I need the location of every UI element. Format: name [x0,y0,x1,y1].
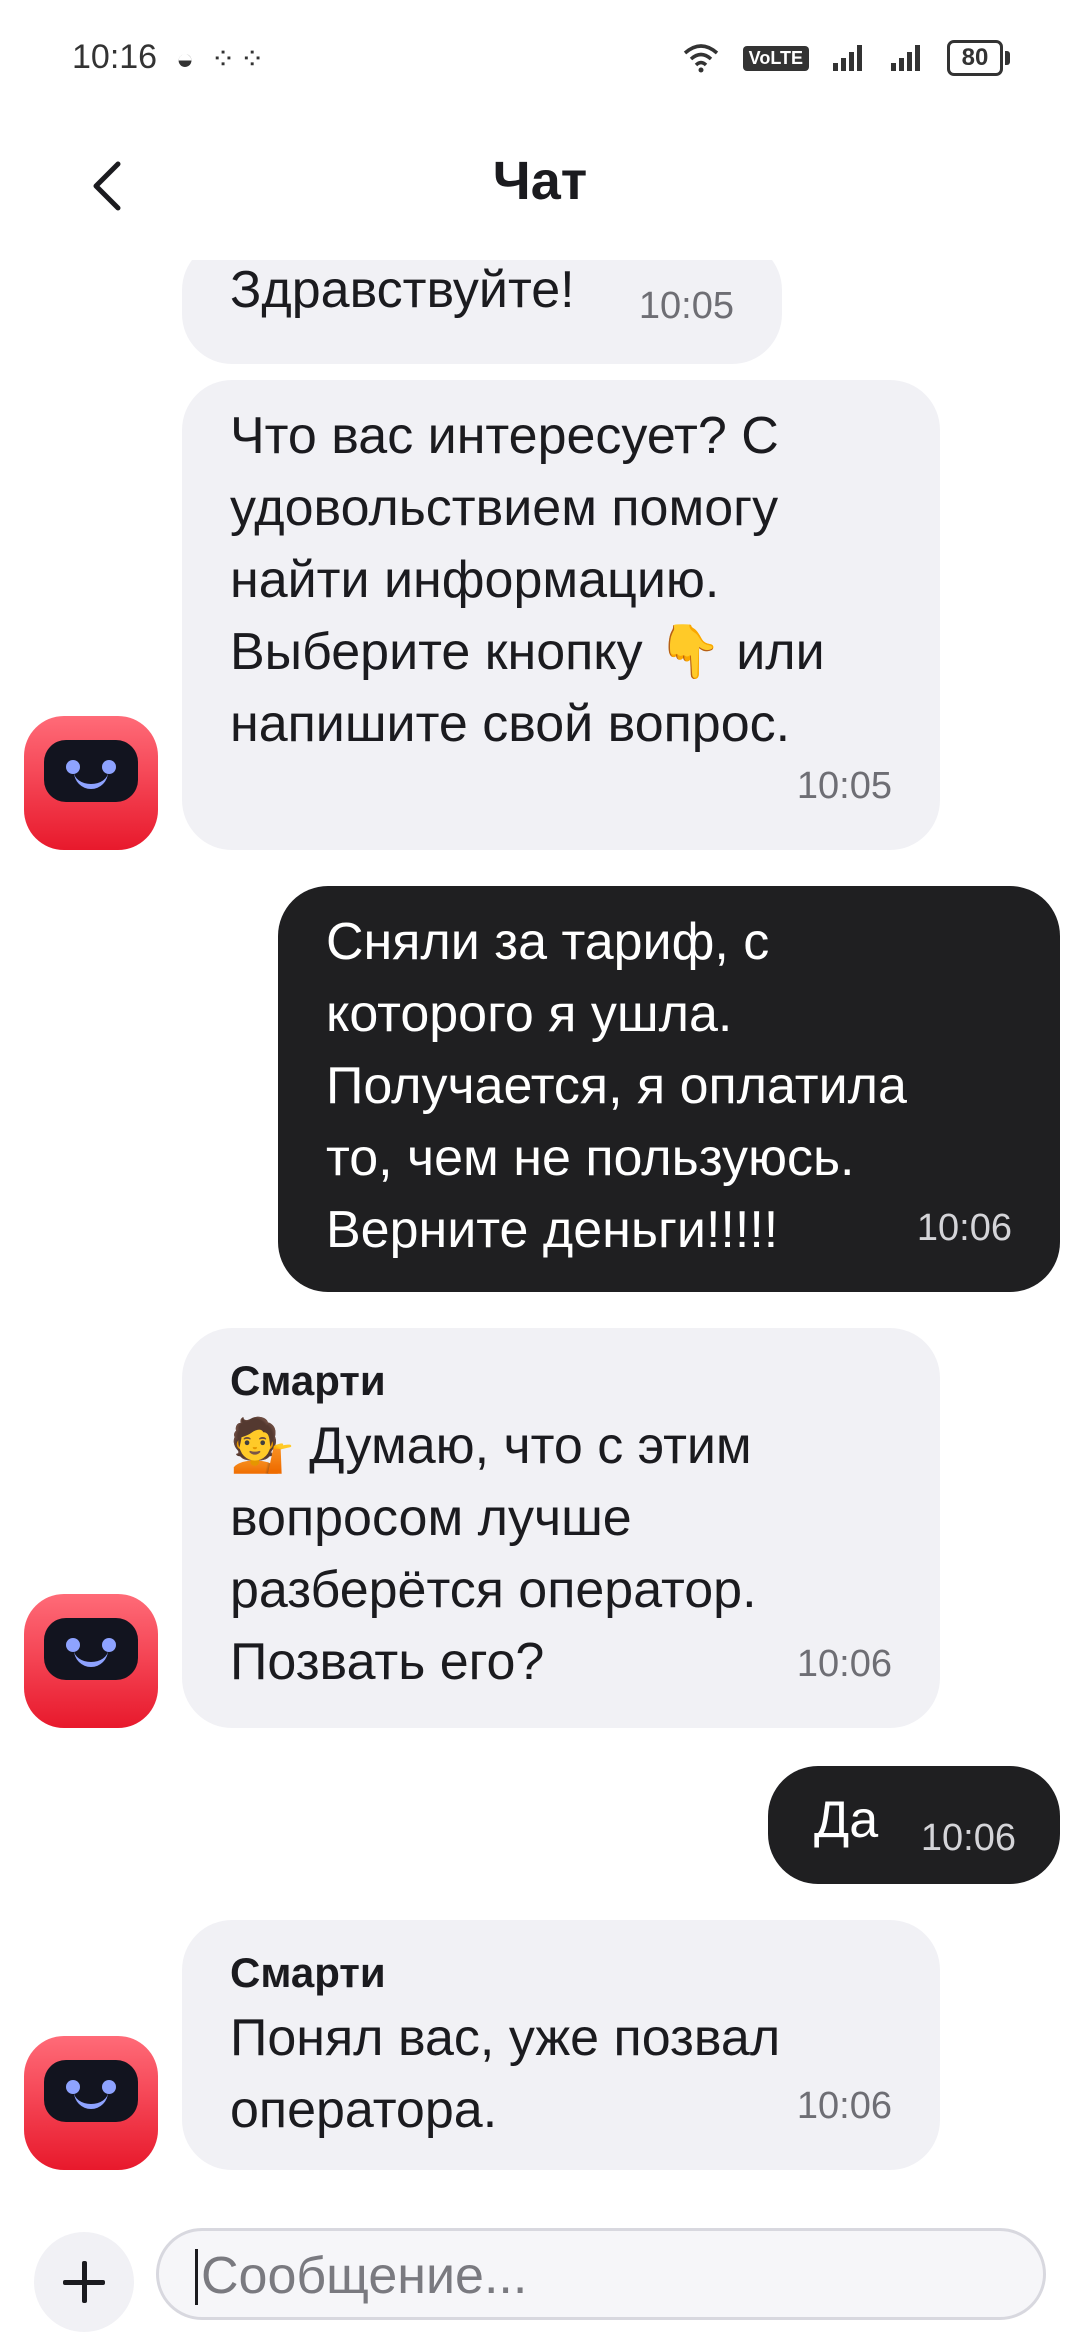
status-right-icons: VoLTE 80 [681,40,1010,76]
message-time: 10:05 [638,285,734,327]
sender-name: Смарти [230,1949,386,1996]
message-text: Понял вас, уже позвал оператора. [230,2009,781,2139]
message-time: 10:05 [796,765,892,807]
message-bubble-bot: Смарти 💁 Думаю, что с этим вопросом лучш… [182,1328,940,1728]
sender-name: Смарти [230,1357,386,1404]
message-list[interactable]: Здравствуйте! 10:05 Что вас интересует? … [0,260,1080,2200]
notification-icons: ◒ ⁘⁘ [176,43,269,76]
message-bubble-bot: Что вас интересует? С удовольствием помо… [182,380,940,850]
attach-plus-button[interactable] [34,2232,134,2332]
chat-header: Чат [0,120,1080,260]
message-bubble-bot: Смарти Понял вас, уже позвал оператора. … [182,1920,940,2170]
wifi-icon [683,44,718,73]
message-bubble-bot: Здравствуйте! 10:05 [182,260,782,364]
bot-avatar [24,1594,158,1728]
message-text: Сняли за тариф, с которого я ушла. Получ… [326,913,907,1259]
text-caret [195,2249,198,2305]
message-time: 10:06 [796,2085,892,2127]
battery-level: 80 [947,40,1003,76]
message-text: Здравствуйте! [230,261,575,319]
status-bar: 10:16 ◒ ⁘⁘ VoLTE 80 [0,0,1080,120]
page-title: Чат [492,151,588,211]
status-time: 10:16 [72,38,158,76]
bot-avatar [24,716,158,850]
composer [0,2200,1080,2340]
message-time: 10:06 [796,1643,892,1685]
message-bubble-user: Сняли за тариф, с которого я ушла. Получ… [278,886,1060,1292]
message-text: 💁 Думаю, что с этим вопросом лучше разбе… [230,1417,757,1691]
message-bubble-user: Да 10:06 [768,1766,1060,1884]
message-time: 10:06 [916,1207,1012,1249]
bot-avatar [24,2036,158,2170]
message-text: Что вас интересует? С удовольствием помо… [230,407,825,753]
signal-icon-sim2 [891,45,920,71]
signal-icon-sim1 [833,45,862,71]
volte-icon: VoLTE [742,45,809,71]
message-field[interactable] [156,2228,1046,2320]
battery-icon: 80 [947,40,1010,76]
message-time: 10:06 [920,1817,1016,1859]
message-input[interactable] [199,2245,1023,2307]
